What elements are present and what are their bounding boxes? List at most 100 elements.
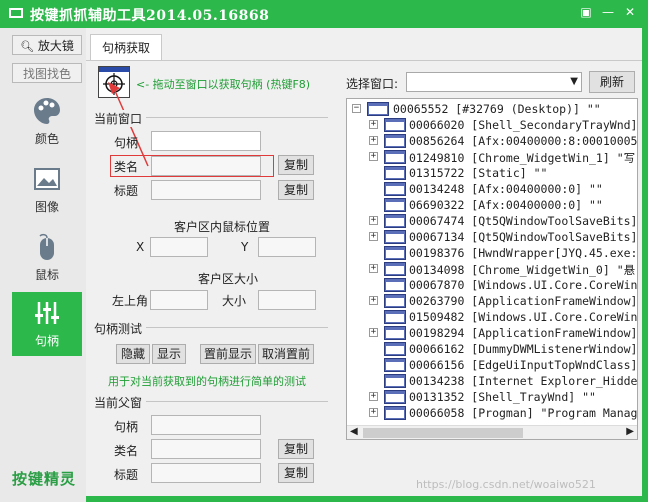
size-label: 大小 <box>222 294 247 308</box>
window-icon <box>384 358 406 372</box>
title-label: 标题 <box>114 184 139 198</box>
parent-title-label: 标题 <box>114 468 139 482</box>
size-field[interactable] <box>258 290 316 310</box>
mouse-x-field[interactable] <box>150 237 208 257</box>
tree-item-label: 01249810 [Chrome_WidgetWin_1] "写 <box>409 151 636 165</box>
tab-handle-get[interactable]: 句柄获取 <box>90 34 162 60</box>
find-image-color-button[interactable]: 找图找色 <box>12 63 82 83</box>
expand-icon[interactable]: + <box>369 232 378 241</box>
window-icon <box>367 102 389 116</box>
title-bar: 按键抓抓辅助工具2014.05.16868 ▣ — ✕ <box>0 0 648 28</box>
sidebar: 🔍︎ 放大镜 找图找色 颜色 图像 鼠标 句柄 按键精灵 <box>0 28 86 502</box>
sidebar-item-mouse[interactable]: 鼠标 <box>12 226 82 290</box>
top-left-label: 左上角 <box>112 294 149 308</box>
tree-item-label: 00067870 [Windows.UI.Core.CoreWin <box>409 278 638 292</box>
tree-item-label: 06690322 [Afx:00400000:0] "" <box>409 198 603 212</box>
tree-item-label: 00134098 [Chrome_WidgetWin_0] "悬 <box>409 263 636 277</box>
chevron-down-icon: ▼ <box>570 76 578 87</box>
window-icon <box>384 150 406 164</box>
close-button[interactable]: ✕ <box>620 4 640 20</box>
highlight-box <box>110 155 274 177</box>
parent-handle-field[interactable] <box>151 415 261 435</box>
expand-icon[interactable]: + <box>369 216 378 225</box>
window-icon <box>384 310 406 324</box>
divider <box>146 117 328 118</box>
scroll-right-icon[interactable]: ▶ <box>626 426 634 437</box>
tree-item-label: 00856264 [Afx:00400000:8:00010005 <box>409 134 638 148</box>
app-window: 按键抓抓辅助工具2014.05.16868 ▣ — ✕ 🔍︎ 放大镜 找图找色 … <box>0 0 648 502</box>
test-hint-text: 用于对当前获取到的句柄进行简单的测试 <box>108 375 306 388</box>
tree-item-label: 00198376 [HwndWrapper[JYQ.45.exe: <box>409 246 638 260</box>
scroll-left-icon[interactable]: ◀ <box>350 426 358 437</box>
topmost-button[interactable]: 置前显示 <box>200 344 256 364</box>
hide-button[interactable]: 隐藏 <box>116 344 150 364</box>
window-tree[interactable]: − 00065552 [#32769 (Desktop)] "" +000660… <box>346 98 638 440</box>
top-left-field[interactable] <box>150 290 208 310</box>
scrollbar-thumb[interactable] <box>363 428 523 438</box>
expand-icon[interactable]: + <box>369 296 378 305</box>
window-icon <box>384 262 406 276</box>
mouse-icon <box>39 233 54 260</box>
tree-item-label: 00131352 [Shell_TrayWnd] "" <box>409 390 596 404</box>
parent-window-title: 当前父窗 <box>94 394 143 411</box>
expand-icon[interactable]: + <box>369 408 378 417</box>
client-size-title: 客户区大小 <box>198 272 259 286</box>
select-window-dropdown[interactable]: ▼ <box>406 72 582 92</box>
restore-button[interactable]: ▣ <box>576 4 596 20</box>
collapse-icon[interactable]: − <box>352 104 361 113</box>
window-icon <box>384 214 406 228</box>
search-icon: 🔍︎ <box>20 40 35 53</box>
copy-class-button[interactable]: 复制 <box>278 155 314 175</box>
expand-icon[interactable]: + <box>369 392 378 401</box>
sidebar-item-color[interactable]: 颜色 <box>12 90 82 154</box>
horizontal-scrollbar[interactable]: ◀ ▶ <box>347 425 637 439</box>
window-icon <box>384 166 406 180</box>
palette-icon <box>34 98 60 124</box>
show-button[interactable]: 显示 <box>152 344 186 364</box>
expand-icon[interactable]: + <box>369 136 378 145</box>
tree-item-label: 00263790 [ApplicationFrameWindow] <box>409 294 638 308</box>
copy-title-button[interactable]: 复制 <box>278 180 314 200</box>
window-icon <box>384 406 406 420</box>
sidebar-item-handle[interactable]: 句柄 <box>12 292 82 356</box>
tree-root-label: 00065552 [#32769 (Desktop)] "" <box>393 102 601 116</box>
tree-item-label: 00066156 [EdgeUiInputTopWndClass] <box>409 358 638 372</box>
copy-parent-class-button[interactable]: 复制 <box>278 439 314 459</box>
window-icon <box>384 230 406 244</box>
window-icon <box>384 118 406 132</box>
window-icon <box>384 246 406 260</box>
tree-item-label: 01315722 [Static] "" <box>409 166 548 180</box>
expand-icon[interactable]: + <box>369 120 378 129</box>
divider <box>146 327 328 328</box>
parent-handle-label: 句柄 <box>114 420 139 434</box>
app-logo-icon <box>9 8 23 18</box>
drag-hint-text: <- 拖动至窗口以获取句柄 (热键F8) <box>136 78 311 91</box>
sidebar-item-image[interactable]: 图像 <box>12 158 82 222</box>
minimize-button[interactable]: — <box>598 4 618 20</box>
tree-item-label: 00066162 [DummyDWMListenerWindow] <box>409 342 638 356</box>
sliders-icon <box>35 302 59 324</box>
title-field[interactable] <box>151 180 261 200</box>
sidebar-item-label: 鼠标 <box>34 268 59 282</box>
mouse-y-field[interactable] <box>258 237 316 257</box>
window-icon <box>384 294 406 308</box>
magnifier-button[interactable]: 🔍︎ 放大镜 <box>12 35 82 55</box>
sidebar-item-label: 句柄 <box>34 334 59 348</box>
current-window-title: 当前窗口 <box>94 110 143 127</box>
mouse-pos-title: 客户区内鼠标位置 <box>174 220 271 234</box>
expand-icon[interactable]: + <box>369 152 378 161</box>
expand-icon[interactable]: + <box>369 264 378 273</box>
handle-test-title: 句柄测试 <box>94 320 143 337</box>
window-icon <box>384 198 406 212</box>
copy-parent-title-button[interactable]: 复制 <box>278 463 314 483</box>
window-icon <box>384 390 406 404</box>
parent-class-field[interactable] <box>151 439 261 459</box>
parent-title-field[interactable] <box>151 463 261 483</box>
expand-icon[interactable]: + <box>369 328 378 337</box>
tree-item-label: 00067134 [Qt5QWindowToolSaveBits] <box>409 230 638 244</box>
refresh-button[interactable]: 刷新 <box>589 71 635 93</box>
cancel-topmost-button[interactable]: 取消置前 <box>258 344 314 364</box>
tree-item-label: 00066058 [Progman] "Program Manag <box>409 406 638 420</box>
select-window-label: 选择窗口: <box>346 77 399 91</box>
handle-field[interactable] <box>151 131 261 151</box>
